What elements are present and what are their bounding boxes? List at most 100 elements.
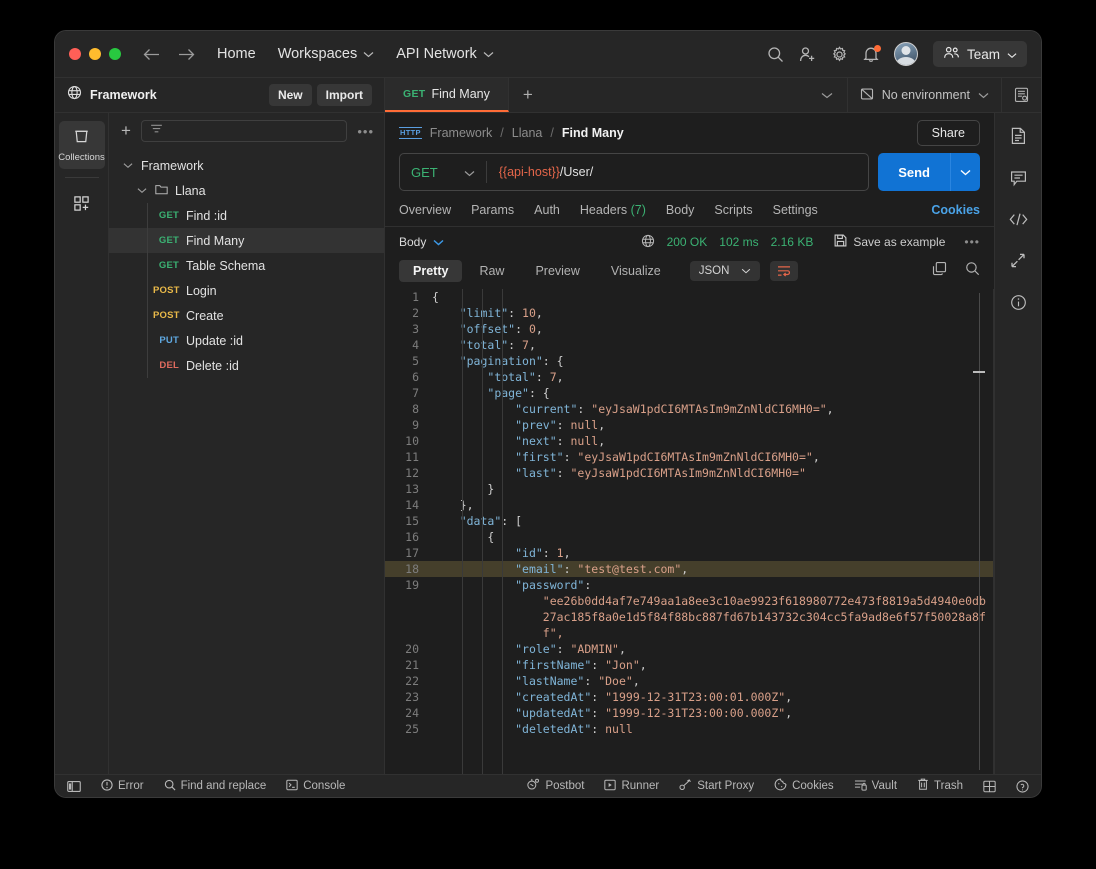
tab-find-many[interactable]: GET Find Many bbox=[385, 78, 509, 112]
trash-item[interactable]: Trash bbox=[917, 778, 963, 794]
comments-icon[interactable] bbox=[1010, 170, 1027, 187]
code-text[interactable]: "pagination": { bbox=[432, 353, 564, 369]
code-text[interactable]: "last": "eyJsaW1pdCI6MTAsIm9mZnNldCI6MH0… bbox=[432, 465, 806, 481]
code-text[interactable]: "updatedAt": "1999-12-31T23:00:00.000Z", bbox=[432, 705, 792, 721]
wrap-lines-icon[interactable] bbox=[770, 261, 798, 281]
code-text[interactable]: 27ac185f8a0e1d5f84f88bc887fd67b143732c30… bbox=[432, 609, 986, 625]
scrollbar-thumb[interactable] bbox=[973, 371, 985, 373]
code-text[interactable]: "total": 7, bbox=[432, 337, 536, 353]
tab-params[interactable]: Params bbox=[471, 203, 514, 217]
environment-selector[interactable]: No environment bbox=[847, 78, 1001, 112]
help-icon[interactable] bbox=[1016, 780, 1029, 793]
tree-item-find-many[interactable]: GET Find Many bbox=[109, 228, 384, 253]
team-button[interactable]: Team bbox=[933, 41, 1027, 67]
tab-headers[interactable]: Headers (7) bbox=[580, 203, 646, 217]
tab-overview[interactable]: Overview bbox=[399, 203, 451, 217]
scrollbar-track[interactable] bbox=[979, 293, 980, 770]
code-text[interactable]: "lastName": "Doe", bbox=[432, 673, 640, 689]
invite-user-icon[interactable] bbox=[799, 46, 816, 63]
tab-settings[interactable]: Settings bbox=[773, 203, 818, 217]
bell-icon[interactable] bbox=[863, 46, 879, 63]
code-snippet-icon[interactable] bbox=[1009, 212, 1028, 227]
code-text[interactable]: "next": null, bbox=[432, 433, 605, 449]
chevron-down-icon[interactable] bbox=[433, 235, 444, 249]
sidebar-item-apps[interactable] bbox=[59, 188, 105, 221]
error-status-item[interactable]: Error bbox=[101, 779, 144, 794]
view-tab-raw[interactable]: Raw bbox=[465, 260, 518, 282]
cookies-item[interactable]: Cookies bbox=[774, 778, 834, 794]
chevron-down-icon[interactable] bbox=[121, 162, 134, 169]
tab-scripts[interactable]: Scripts bbox=[714, 203, 752, 217]
tree-item-create[interactable]: POST Create bbox=[109, 303, 384, 328]
tree-item-delete-id[interactable]: DEL Delete :id bbox=[109, 353, 384, 378]
code-text[interactable]: "limit": 10, bbox=[432, 305, 543, 321]
code-text[interactable]: "ee26b0dd4af7e749aa1a8ee3c10ae9923f61898… bbox=[432, 593, 986, 609]
code-text[interactable]: "first": "eyJsaW1pdCI6MTAsIm9mZnNldCI6MH… bbox=[432, 449, 820, 465]
find-and-replace-item[interactable]: Find and replace bbox=[164, 779, 267, 794]
send-options-caret[interactable] bbox=[950, 153, 980, 191]
postbot-item[interactable]: Postbot bbox=[527, 778, 584, 794]
search-icon[interactable] bbox=[767, 46, 784, 63]
tree-item-update-id[interactable]: PUT Update :id bbox=[109, 328, 384, 353]
save-as-example-button[interactable]: Save as example bbox=[834, 234, 945, 250]
code-lines[interactable]: 1{2 "limit": 10,3 "offset": 0,4 "total":… bbox=[385, 289, 994, 774]
code-text[interactable]: { bbox=[432, 289, 439, 305]
filter-input[interactable] bbox=[141, 120, 347, 142]
code-text[interactable]: "prev": null, bbox=[432, 417, 605, 433]
tab-auth[interactable]: Auth bbox=[534, 203, 560, 217]
chevron-down-icon[interactable] bbox=[807, 78, 847, 112]
tree-item-table-schema[interactable]: GET Table Schema bbox=[109, 253, 384, 278]
view-tab-pretty[interactable]: Pretty bbox=[399, 260, 462, 282]
vault-item[interactable]: Vault bbox=[854, 779, 897, 794]
code-text[interactable]: "page": { bbox=[432, 385, 550, 401]
tree-item-find-id[interactable]: GET Find :id bbox=[109, 203, 384, 228]
tree-item-login[interactable]: POST Login bbox=[109, 278, 384, 303]
arrow-left-icon[interactable] bbox=[143, 48, 160, 61]
tree-item-llana[interactable]: Llana bbox=[109, 178, 384, 203]
nav-home[interactable]: Home bbox=[217, 46, 256, 62]
share-button[interactable]: Share bbox=[917, 120, 980, 146]
code-text[interactable]: "offset": 0, bbox=[432, 321, 543, 337]
avatar[interactable] bbox=[894, 42, 918, 66]
new-button[interactable]: New bbox=[269, 84, 312, 106]
code-text[interactable]: } bbox=[432, 481, 494, 497]
view-tab-preview[interactable]: Preview bbox=[521, 260, 593, 282]
more-horizontal-icon[interactable]: ••• bbox=[964, 235, 980, 249]
code-text[interactable]: { bbox=[432, 529, 494, 545]
code-text[interactable]: "current": "eyJsaW1pdCI6MTAsIm9mZnNldCI6… bbox=[432, 401, 834, 417]
environment-quicklook-icon[interactable] bbox=[1001, 78, 1041, 112]
layout-icon[interactable] bbox=[983, 780, 996, 793]
tree-item-framework[interactable]: Framework bbox=[109, 153, 384, 178]
sidebar-item-collections[interactable]: Collections bbox=[59, 121, 105, 169]
code-text[interactable]: }, bbox=[432, 497, 474, 513]
minimize-window-button[interactable] bbox=[89, 48, 101, 60]
code-text[interactable]: f", bbox=[432, 625, 564, 641]
breadcrumb-framework[interactable]: Framework bbox=[430, 126, 493, 140]
start-proxy-item[interactable]: Start Proxy bbox=[679, 779, 754, 794]
tab-body[interactable]: Body bbox=[666, 203, 695, 217]
close-window-button[interactable] bbox=[69, 48, 81, 60]
code-text[interactable]: "password": bbox=[432, 577, 591, 593]
response-format-selector[interactable]: JSON bbox=[690, 261, 761, 281]
documentation-icon[interactable] bbox=[1010, 127, 1027, 145]
gear-icon[interactable] bbox=[831, 46, 848, 63]
code-text[interactable]: "createdAt": "1999-12-31T23:00:01.000Z", bbox=[432, 689, 792, 705]
runner-item[interactable]: Runner bbox=[604, 779, 659, 794]
search-icon[interactable] bbox=[965, 261, 980, 281]
code-text[interactable]: "email": "test@test.com", bbox=[432, 561, 688, 577]
window-controls[interactable] bbox=[69, 48, 121, 60]
code-text[interactable]: "firstName": "Jon", bbox=[432, 657, 647, 673]
response-body-code[interactable]: 1{2 "limit": 10,3 "offset": 0,4 "total":… bbox=[385, 289, 994, 774]
cookies-link[interactable]: Cookies bbox=[931, 203, 980, 217]
code-text[interactable]: "data": [ bbox=[432, 513, 522, 529]
maximize-window-button[interactable] bbox=[109, 48, 121, 60]
url-input[interactable]: {{api-host}}/User/ bbox=[487, 165, 868, 179]
view-tab-visualize[interactable]: Visualize bbox=[597, 260, 675, 282]
info-icon[interactable] bbox=[1010, 294, 1027, 311]
expand-collapse-icon[interactable] bbox=[1010, 252, 1026, 269]
more-horizontal-icon[interactable]: ••• bbox=[357, 124, 374, 139]
chevron-down-icon[interactable] bbox=[135, 187, 148, 194]
import-button[interactable]: Import bbox=[317, 84, 372, 106]
plus-icon[interactable]: + bbox=[121, 121, 131, 141]
sidebar-toggle-icon[interactable] bbox=[67, 780, 81, 793]
